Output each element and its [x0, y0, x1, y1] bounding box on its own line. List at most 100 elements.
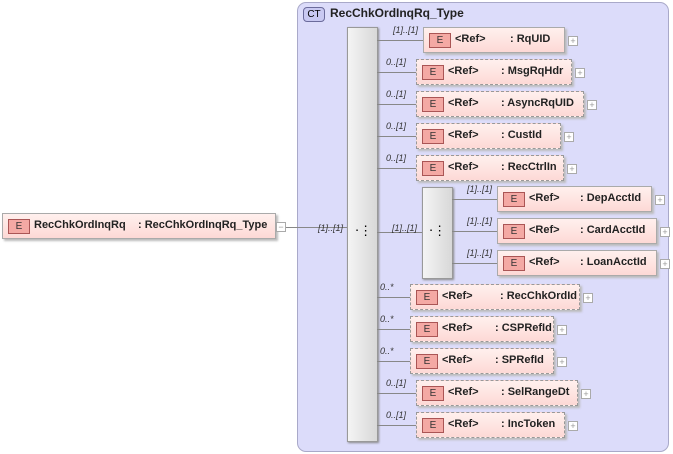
ref-label: <Ref>: [448, 418, 479, 430]
ref-label: <Ref>: [529, 224, 560, 236]
child-element[interactable]: E <Ref> : SelRangeDt: [416, 380, 578, 406]
connector: [377, 72, 416, 73]
expand-icon[interactable]: +: [568, 36, 578, 46]
multiplicity-label: 0..[1]: [386, 57, 407, 67]
multiplicity-label: [1]..[1]: [467, 248, 493, 258]
ref-label: <Ref>: [448, 97, 479, 109]
expand-icon[interactable]: +: [660, 259, 670, 269]
ct-badge: CT: [303, 7, 325, 22]
expand-icon[interactable]: +: [564, 132, 574, 142]
element-name: : MsgRqHdr: [501, 65, 564, 77]
element-badge: E: [416, 354, 438, 369]
element-badge: E: [422, 418, 444, 433]
element-badge: E: [422, 161, 444, 176]
child-element[interactable]: E <Ref> : SPRefId: [410, 348, 554, 374]
multiplicity-label: 0..*: [380, 346, 394, 356]
complex-type-title: RecChkOrdInqRq_Type: [330, 6, 464, 20]
connector: [377, 104, 416, 105]
ref-label: <Ref>: [442, 290, 473, 302]
expand-icon[interactable]: +: [575, 68, 585, 78]
expand-icon[interactable]: +: [567, 164, 577, 174]
ref-label: <Ref>: [448, 386, 479, 398]
element-name: : CSPRefId: [495, 322, 552, 334]
ref-label: <Ref>: [448, 129, 479, 141]
element-name: : DepAcctId: [580, 192, 642, 204]
element-badge: E: [422, 97, 444, 112]
connector: [452, 199, 497, 200]
element-name: : AsyncRqUID: [501, 97, 574, 109]
root-type: : RecChkOrdInqRq_Type: [138, 219, 268, 231]
expand-icon[interactable]: +: [587, 100, 597, 110]
expand-icon[interactable]: +: [655, 195, 665, 205]
ref-label: <Ref>: [448, 65, 479, 77]
expand-icon[interactable]: +: [568, 421, 578, 431]
multiplicity-label: 0..[1]: [386, 121, 407, 131]
element-name: : RqUID: [510, 33, 551, 45]
child-element[interactable]: E <Ref> : CustId: [416, 123, 561, 149]
root-name: RecChkOrdInqRq: [34, 219, 126, 231]
element-badge: E: [422, 386, 444, 401]
element-name: : RecChkOrdId: [500, 290, 578, 302]
connector: [452, 263, 497, 264]
child-element[interactable]: E <Ref> : RecCtrlIn: [416, 155, 564, 181]
connector: [377, 361, 410, 362]
multiplicity-label: 0..[1]: [386, 410, 407, 420]
multiplicity-label: 0..[1]: [386, 153, 407, 163]
sequence-icon: ⋅⋮: [355, 223, 373, 238]
child-element[interactable]: E <Ref> : LoanAcctId: [497, 250, 657, 276]
multiplicity-label: 0..*: [380, 282, 394, 292]
connector: [377, 329, 410, 330]
connector: [377, 168, 416, 169]
element-badge: E: [422, 129, 444, 144]
element-name: : SelRangeDt: [501, 386, 570, 398]
root-element[interactable]: E RecChkOrdInqRq : RecChkOrdInqRq_Type: [2, 213, 276, 239]
multiplicity-label: [1]..[1]: [467, 216, 493, 226]
expand-icon[interactable]: +: [557, 325, 567, 335]
element-badge: E: [429, 33, 451, 48]
element-name: : CustId: [501, 129, 542, 141]
multiplicity-label: [1]..[1]: [467, 184, 493, 194]
inner-multiplicity: [1]..[1]: [392, 223, 418, 233]
root-multiplicity: [1]..[1]: [318, 223, 344, 233]
child-element[interactable]: E <Ref> : AsyncRqUID: [416, 91, 584, 117]
child-element[interactable]: E <Ref> : CSPRefId: [410, 316, 554, 342]
expand-icon[interactable]: +: [581, 389, 591, 399]
element-badge: E: [416, 322, 438, 337]
child-element[interactable]: E <Ref> : RecChkOrdId: [410, 284, 580, 310]
ref-label: <Ref>: [448, 161, 479, 173]
multiplicity-label: [1]..[1]: [393, 25, 419, 35]
inner-sequence-icon: ⋅⋮: [429, 223, 447, 238]
connector: [452, 231, 497, 232]
ref-label: <Ref>: [442, 354, 473, 366]
expand-icon[interactable]: +: [583, 293, 593, 303]
child-element[interactable]: E <Ref> : MsgRqHdr: [416, 59, 572, 85]
multiplicity-label: 0..*: [380, 314, 394, 324]
connector: [377, 136, 416, 137]
multiplicity-label: 0..[1]: [386, 89, 407, 99]
element-badge: E: [416, 290, 438, 305]
connector: [377, 425, 416, 426]
child-element[interactable]: E <Ref> : IncToken: [416, 412, 565, 438]
multiplicity-label: 0..[1]: [386, 378, 407, 388]
element-badge: E: [503, 224, 525, 239]
child-element[interactable]: E <Ref> : DepAcctId: [497, 186, 652, 212]
ref-label: <Ref>: [529, 192, 560, 204]
element-name: : CardAcctId: [580, 224, 646, 236]
element-badge: E: [8, 219, 30, 234]
ref-label: <Ref>: [529, 256, 560, 268]
connector: [377, 393, 416, 394]
expand-icon[interactable]: +: [660, 227, 670, 237]
element-name: : SPRefId: [495, 354, 544, 366]
child-element[interactable]: E <Ref> : RqUID: [423, 27, 565, 53]
ref-label: <Ref>: [442, 322, 473, 334]
element-name: : IncToken: [501, 418, 556, 430]
collapse-icon[interactable]: −: [276, 222, 286, 232]
expand-icon[interactable]: +: [557, 357, 567, 367]
child-element[interactable]: E <Ref> : CardAcctId: [497, 218, 657, 244]
element-name: : LoanAcctId: [580, 256, 647, 268]
element-badge: E: [422, 65, 444, 80]
connector: [377, 297, 410, 298]
connector: [377, 40, 423, 41]
ref-label: <Ref>: [455, 33, 486, 45]
element-name: : RecCtrlIn: [501, 161, 557, 173]
